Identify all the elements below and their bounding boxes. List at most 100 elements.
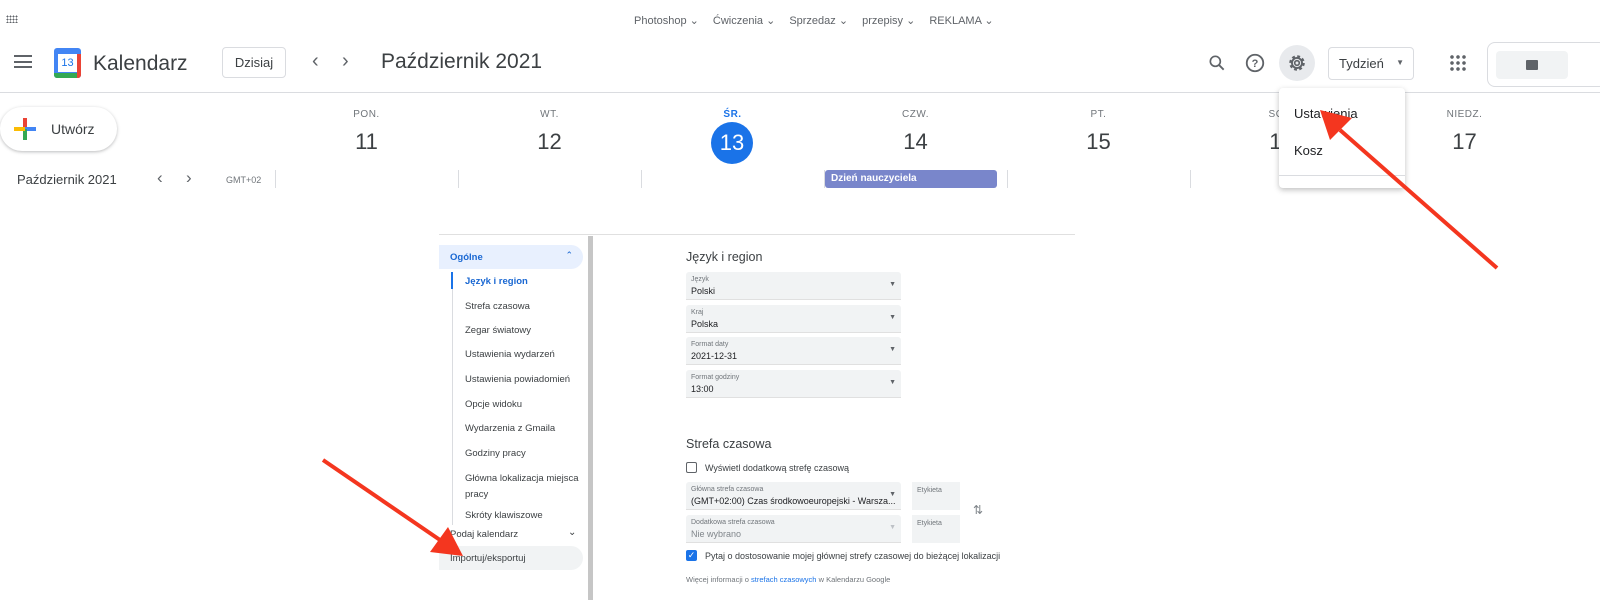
nav-item[interactable]: Wydarzenia z Gmaila (465, 423, 555, 434)
dropdown-arrow-icon: ▼ (889, 346, 896, 353)
search-button[interactable] (1201, 47, 1233, 79)
swap-icon[interactable]: ⇅ (973, 503, 983, 517)
select-label: Format godziny (691, 373, 740, 381)
primary-timezone-select[interactable]: Główna strefa czasowa (GMT+02:00) Czas śr… (686, 482, 901, 510)
ask-update-label: Pytaj o dostosowanie mojej głównej stref… (705, 551, 1001, 561)
timezone-label: GMT+02 (226, 175, 262, 185)
nav-import-export[interactable]: Importuj/eksportuj (439, 546, 583, 570)
view-select-value: Tydzień (1339, 56, 1384, 71)
select-label: Format daty (691, 341, 729, 348)
help-button[interactable]: ? (1239, 47, 1271, 79)
nav-item[interactable]: Główna lokalizacja miejsca pracy (465, 471, 580, 503)
mini-calendar-title: Październik 2021 (17, 172, 117, 187)
apps-grid-icon[interactable] (6, 15, 18, 23)
create-label: Utwórz (51, 121, 95, 137)
menu-divider (1279, 175, 1405, 176)
menu-item-trash[interactable]: Kosz (1294, 143, 1323, 158)
prev-week-button[interactable]: ‹ (312, 50, 319, 73)
bookmarks-bar: Photoshop ⌄ Ćwiczenia ⌄ Sprzedaz ⌄ przep… (634, 14, 994, 27)
menu-item-settings[interactable]: Ustawienia (1294, 106, 1358, 121)
mini-prev-button[interactable]: ‹ (157, 168, 163, 188)
main-menu-icon[interactable] (14, 55, 32, 68)
next-week-button[interactable]: › (342, 50, 349, 73)
account-area[interactable] (1487, 42, 1600, 87)
gear-icon (1289, 55, 1305, 71)
nav-item[interactable]: Godziny pracy (465, 448, 526, 459)
nav-item[interactable]: Ustawienia wydarzeń (465, 349, 555, 360)
create-button[interactable]: Utwórz (0, 107, 117, 151)
plus-icon (14, 118, 36, 140)
help-icon: ? (1245, 53, 1265, 73)
bookmark[interactable]: Ćwiczenia ⌄ (713, 14, 775, 27)
day-column-divider (1190, 170, 1191, 188)
day-number[interactable]: 11 (275, 129, 458, 155)
select-label: Język (691, 276, 709, 283)
day-number-today[interactable]: 13 (711, 122, 753, 164)
settings-button[interactable] (1279, 45, 1315, 81)
nav-section-general[interactable]: Ogólne ⌃ (439, 245, 583, 269)
nav-scrollbar[interactable] (588, 236, 593, 600)
arrow-to-import-export (321, 458, 463, 556)
timezone-info-link[interactable]: strefach czasowych (751, 575, 816, 584)
google-apps-icon[interactable] (1449, 54, 1467, 72)
settings-menu: Ustawienia Kosz (1279, 88, 1405, 188)
primary-tag-input[interactable]: Etykieta (912, 482, 960, 510)
nav-active-indicator (451, 272, 453, 289)
nav-tree-line (452, 272, 453, 525)
select-value: 13:00 (691, 383, 714, 394)
day-column-divider (458, 170, 459, 188)
timezone-title: Strefa czasowa (686, 437, 772, 451)
select-label: Kraj (691, 308, 704, 316)
select-value: Polska (691, 318, 719, 329)
event-chip[interactable]: Dzień nauczyciela (825, 170, 997, 188)
timezone-info: Więcej informacji o strefach czasowych w… (686, 575, 891, 584)
nav-add-calendar[interactable]: Podaj kalendarz (450, 529, 518, 540)
day-number[interactable]: 12 (458, 129, 641, 155)
panel-top-border (439, 234, 1075, 235)
search-icon (1209, 55, 1225, 71)
view-select[interactable]: Tydzień ▼ (1328, 47, 1414, 80)
secondary-timezone-select[interactable]: Dodatkowa strefa czasowa Nie wybrano ▼ (686, 515, 901, 543)
day-label: ŚR. (723, 109, 742, 120)
today-button[interactable]: Dzisiaj (222, 47, 286, 78)
day-number[interactable]: 14 (824, 129, 1007, 155)
day-label: CZW. (902, 109, 929, 120)
nav-section-label: Ogólne (450, 252, 483, 263)
nav-item[interactable]: Opcje widoku (465, 399, 522, 410)
show-secondary-label: Wyświetl dodatkową strefę czasową (705, 463, 849, 473)
select-value: Polski (691, 286, 716, 296)
nav-import-export-label: Importuj/eksportuj (450, 553, 526, 564)
bookmark[interactable]: Sprzedaz ⌄ (789, 14, 848, 27)
current-period-title: Październik 2021 (381, 50, 543, 73)
calendar-logo: 13 (54, 48, 81, 78)
show-secondary-checkbox[interactable] (686, 462, 697, 473)
nav-item[interactable]: Zegar światowy (465, 325, 531, 336)
day-number[interactable]: 15 (1007, 129, 1190, 155)
bookmark[interactable]: przepisy ⌄ (862, 14, 915, 27)
dropdown-arrow-icon: ▼ (889, 313, 896, 321)
secondary-tag-input[interactable]: Etykieta (912, 515, 960, 543)
select-value: 2021-12-31 (691, 351, 738, 361)
dropdown-arrow-icon: ▼ (889, 491, 896, 498)
app-name: Kalendarz (93, 52, 188, 75)
nav-item[interactable]: Język i region (465, 276, 528, 287)
nav-item[interactable]: Ustawienia powiadomień (465, 374, 570, 385)
account-image-icon (1496, 51, 1568, 79)
language-region-select[interactable]: Format godziny 13:00 ▼ (686, 369, 901, 398)
dropdown-arrow-icon: ▼ (1396, 58, 1404, 67)
language-region-select[interactable]: Format daty 2021-12-31 ▼ (686, 337, 901, 365)
nav-item[interactable]: Strefa czasowa (465, 301, 530, 312)
language-region-title: Język i region (686, 250, 763, 264)
bookmark[interactable]: REKLAMA ⌄ (929, 14, 993, 27)
language-region-select[interactable]: Język Polski ▼ (686, 272, 901, 300)
nav-item[interactable]: Skróty klawiszowe (465, 510, 543, 521)
day-label: PON. (353, 109, 380, 120)
day-label: PT. (1090, 109, 1107, 120)
dropdown-arrow-icon: ▼ (889, 524, 896, 531)
chevron-down-icon[interactable]: ⌄ (568, 527, 576, 538)
bookmark[interactable]: Photoshop ⌄ (634, 14, 699, 27)
svg-text:?: ? (1252, 58, 1259, 70)
mini-next-button[interactable]: › (186, 168, 192, 188)
ask-update-checkbox[interactable]: ✓ (686, 550, 697, 561)
language-region-select[interactable]: Kraj Polska ▼ (686, 304, 901, 333)
